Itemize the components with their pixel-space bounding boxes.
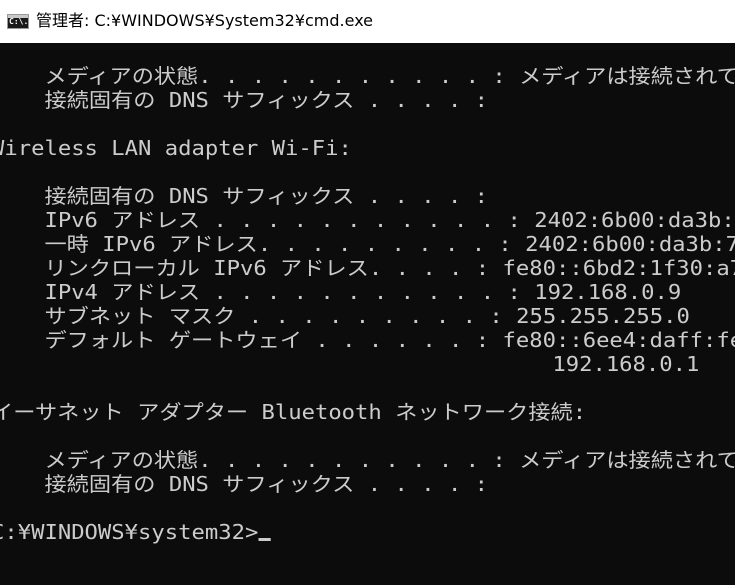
console-line: サブネット マスク . . . . . . . . . : 255.255.25…	[0, 304, 690, 328]
prompt-text: C:¥WINDOWS¥system32>	[0, 520, 259, 544]
console-line: 接続固有の DNS サフィックス . . . . :	[0, 88, 489, 112]
console-line: 192.168.0.1	[0, 352, 700, 376]
console-line: リンクローカル IPv6 アドレス. . . . : fe80::6bd2:1f…	[0, 256, 735, 280]
console-line: メディアの状態. . . . . . . . . . . : メディアは接続され…	[44, 64, 735, 88]
console-line: デフォルト ゲートウェイ . . . . . . : fe80::6ee4:da…	[0, 328, 735, 352]
console-line: イーサネット アダプター Bluetooth ネットワーク接続:	[0, 400, 587, 424]
console-line: メディアの状態. . . . . . . . . . . : メディアは接続され…	[44, 448, 735, 472]
console-line: IPv4 アドレス . . . . . . . . . . . : 192.16…	[0, 280, 682, 304]
cmd-window: C:\. 管理者: C:¥WINDOWS¥System32¥cmd.exe メデ…	[0, 0, 735, 585]
console-line: IPv6 アドレス . . . . . . . . . . . : 2402:6…	[0, 208, 735, 232]
window-title: 管理者: C:¥WINDOWS¥System32¥cmd.exe	[36, 11, 374, 30]
console-line: 一時 IPv6 アドレス. . . . . . . . . : 2402:6b0…	[0, 232, 735, 256]
console-line: Wireless LAN adapter Wi-Fi:	[0, 136, 352, 160]
cmd-icon[interactable]: C:\.	[7, 14, 29, 29]
console-output[interactable]: メディアの状態. . . . . . . . . . . : メディアは接続され…	[0, 43, 735, 585]
title-bar[interactable]: C:\. 管理者: C:¥WINDOWS¥System32¥cmd.exe	[0, 0, 735, 43]
console-line: 接続固有の DNS サフィックス . . . . :	[0, 472, 489, 496]
prompt-line[interactable]: C:¥WINDOWS¥system32>	[0, 520, 271, 544]
console-line: 接続固有の DNS サフィックス . . . . :	[0, 184, 489, 208]
text-cursor	[258, 538, 271, 541]
